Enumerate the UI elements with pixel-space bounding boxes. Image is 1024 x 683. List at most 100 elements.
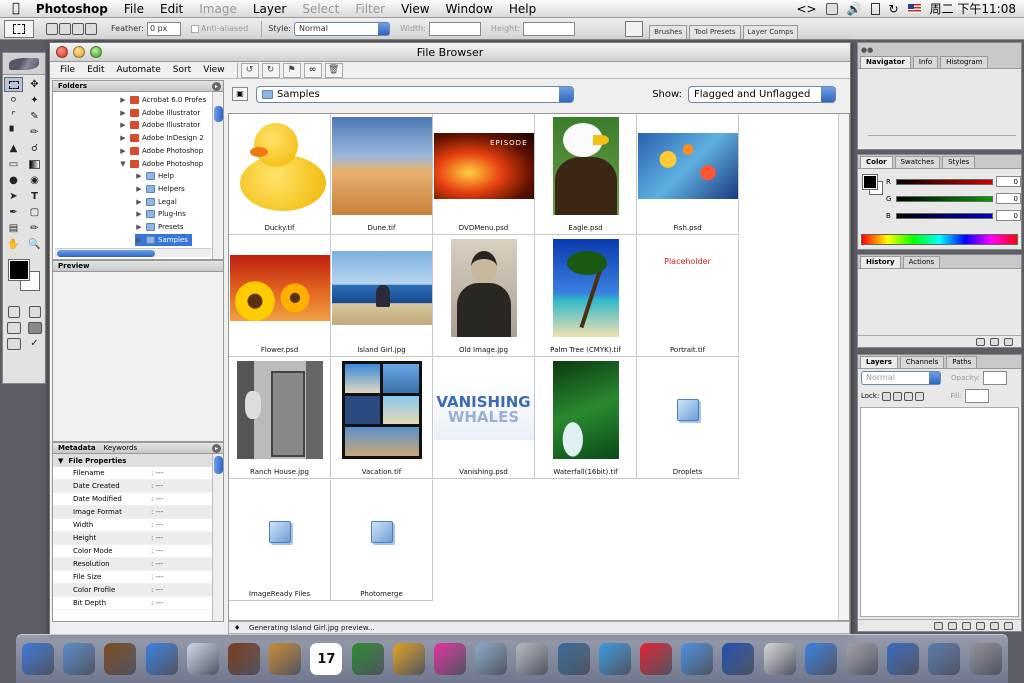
thumbnail-image[interactable] [332,482,432,582]
folder-row[interactable]: ▶ Acrobat 6.0 Profes [119,94,210,106]
cube-icon[interactable] [846,643,879,675]
disclosure-triangle-icon[interactable]: ▶ [135,236,143,244]
rotate-ccw-icon[interactable]: ↺ [240,62,259,78]
dodge-tool-icon[interactable]: ◉ [25,173,44,188]
file-thumbnail[interactable]: Placeholder Portrait.tif [637,236,739,357]
quick-mask-icon[interactable] [25,304,44,319]
browser-menu-file[interactable]: File [54,65,81,75]
file-thumbnail[interactable]: Vacation.tif [331,358,433,479]
preview-tab[interactable]: Preview [58,261,90,272]
window-titlebar[interactable]: File Browser [50,43,850,62]
folders-hscrollbar[interactable] [55,248,211,257]
file-thumbnail[interactable]: Droplets [637,358,739,479]
thumbnail-image[interactable] [332,360,432,460]
disclosure-triangle-icon[interactable]: ▶ [135,210,143,218]
selection-mode-icons[interactable] [46,22,97,35]
thumbnail-image[interactable] [230,360,330,460]
marquee-tool-preset-icon[interactable] [4,19,34,38]
channel-slider[interactable] [896,178,993,185]
color-fg-bg[interactable] [862,174,885,197]
tab-color[interactable]: Color [860,156,893,168]
metadata-panel-header[interactable]: Metadata Keywords ▸ [52,442,224,454]
menu-filter[interactable]: Filter [347,0,393,18]
thumbnail-image[interactable]: Placeholder [637,238,738,338]
flag-us-icon[interactable] [907,4,921,13]
lock-transparency-icon[interactable] [882,391,892,401]
thumbnail-image[interactable] [331,238,432,338]
file-thumbnail[interactable]: Fish.psd [637,114,739,235]
preview-panel-header[interactable]: Preview [52,260,224,272]
menu-clock[interactable]: 周二 下午11:08 [930,0,1016,17]
document-icon[interactable] [763,643,796,675]
metadata-scrollbar[interactable] [212,454,223,621]
layer-trash-icon[interactable] [1004,621,1013,630]
channel-value-input[interactable]: 0 [995,176,1021,187]
globe-icon[interactable] [722,643,755,675]
disclosure-triangle-icon[interactable]: ▶ [135,198,143,206]
heart-icon[interactable] [640,643,673,675]
thumbnail-image[interactable] [536,116,636,216]
metadata-section-header[interactable]: ▼ File Properties [53,454,223,467]
blend-mode-select[interactable]: Normal [861,371,941,385]
file-thumbnail[interactable]: Island Girl.jpg [331,236,433,357]
brush-icon[interactable] [392,643,425,675]
mail-stamp-icon[interactable] [63,643,96,675]
screen-mode-full-icon[interactable] [25,320,44,335]
style-select[interactable]: Normal [293,21,390,36]
layer-style-icon[interactable] [948,621,957,630]
menu-image[interactable]: Image [191,0,245,18]
file-thumbnail[interactable]: Ranch House.jpg [229,358,331,479]
number-one-icon[interactable] [804,643,837,675]
folder-row[interactable]: ▶ Plug-Ins [135,208,190,220]
height-input[interactable] [523,21,576,36]
channel-slider[interactable] [896,195,993,202]
search-binoculars-icon[interactable]: ∞ [303,62,322,78]
channel-value-input[interactable]: 0 [995,193,1021,204]
history-brush-icon[interactable]: ☌ [25,141,44,156]
folder-row[interactable]: ▶ Adobe InDesign 2 [119,132,208,144]
toolbox-header[interactable] [3,53,45,75]
marquee-tool-icon[interactable] [4,77,23,92]
folder-row[interactable]: ▶ Adobe Illustrator [119,107,204,119]
file-thumbnail[interactable]: Palm Tree (CMYK).tif [535,236,637,357]
tab-tool-presets[interactable]: Tool Presets [689,24,741,39]
file-thumbnail[interactable]: Eagle.psd [535,114,637,235]
disclosure-triangle-icon[interactable]: ▶ [135,223,143,231]
history-trash-icon[interactable] [1004,337,1013,346]
thumbnail-image[interactable] [331,116,432,216]
jump-to-imageready-icon[interactable] [4,336,23,351]
zoom-tool-icon[interactable]: 🔍 [25,237,44,252]
safari-icon[interactable] [145,643,178,675]
menu-help[interactable]: Help [501,0,544,18]
gradient-tool-icon[interactable] [25,157,44,172]
menu-app-name[interactable]: Photoshop [28,0,116,18]
iphoto-icon[interactable] [228,643,261,675]
browser-menu-automate[interactable]: Automate [111,65,167,75]
wave-icon[interactable] [681,643,714,675]
pencil-icon[interactable] [351,643,384,675]
file-thumbnail[interactable]: ImageReady Files [229,480,331,601]
thumbnail-image[interactable] [229,238,330,338]
tab-info[interactable]: Info [912,56,939,68]
palette-well-icon[interactable] [625,20,644,37]
healing-brush-icon[interactable]: ▘ [4,125,23,140]
tab-histogram[interactable]: Histogram [940,56,989,68]
disclosure-triangle-icon[interactable]: ▶ [119,147,127,155]
disclosure-triangle-icon[interactable]: ▶ [135,172,143,180]
type-tool-icon[interactable]: T [25,189,44,204]
file-thumbnail[interactable]: VANISHING WHALES Vanishing.psd [433,358,535,479]
window-icon[interactable] [928,643,961,675]
browser-menu-view[interactable]: View [197,65,230,75]
navigator-zoom-slider[interactable] [868,135,1016,143]
folders-scrollbar[interactable] [212,92,223,259]
menu-file[interactable]: File [116,0,152,18]
file-thumbnail[interactable]: Old Image.jpg [433,236,535,357]
shape-tool-icon[interactable]: ▢ [25,205,44,220]
tab-history[interactable]: History [860,256,901,268]
layer-adjust-icon[interactable] [976,621,985,630]
minimize-button[interactable] [73,46,85,58]
magic-wand-icon[interactable]: ✦ [25,93,44,108]
folders-tab[interactable]: Folders [58,81,87,92]
folder-row[interactable]: ▶ Adobe Photoshop [119,145,207,157]
path-select-icon[interactable]: ➤ [4,189,23,204]
